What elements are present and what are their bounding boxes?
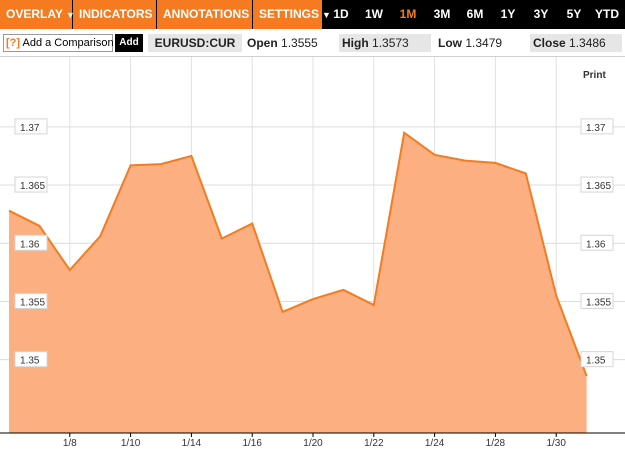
settings-menu-button[interactable]: SETTINGS ▼: [253, 0, 331, 29]
low-label: Low: [438, 36, 462, 50]
settings-menu-label: SETTINGS: [259, 7, 320, 21]
overlay-menu-label: OVERLAY: [6, 7, 63, 21]
indicators-menu-button[interactable]: INDICATORS▼: [73, 0, 164, 29]
overlay-menu-button[interactable]: OVERLAY ▼: [0, 0, 75, 29]
x-tick-label: 1/30: [546, 438, 566, 449]
x-tick-label: 1/8: [63, 438, 77, 449]
close-value: 1.3486: [569, 36, 606, 50]
y-tick-label-right: 1.35: [586, 356, 606, 367]
high-value: 1.3573: [372, 36, 409, 50]
y-tick-label-right: 1.36: [586, 239, 606, 250]
indicators-menu-label: INDICATORS: [79, 7, 153, 21]
x-axis-ticks: 1/8 1/10 1/14 1/16 1/20 1/22 1/24 1/28 1/30: [63, 433, 566, 449]
x-tick-label: 1/16: [242, 438, 262, 449]
open-stat: Open 1.3555: [247, 34, 318, 52]
y-tick-label-right: 1.37: [586, 123, 606, 134]
range-1y-button[interactable]: 1Y: [493, 0, 523, 29]
annotations-menu-label: ANNOTATIONS: [163, 7, 250, 21]
range-3m-button[interactable]: 3M: [426, 0, 458, 29]
open-label: Open: [247, 36, 278, 50]
x-tick-label: 1/14: [182, 438, 202, 449]
x-tick-label: 1/28: [486, 438, 506, 449]
price-area: [9, 132, 587, 433]
add-comparison-button[interactable]: Add: [115, 34, 143, 52]
range-ytd-button[interactable]: YTD: [590, 0, 624, 29]
range-1d-button[interactable]: 1D: [326, 0, 356, 29]
quote-info-bar: [?] Add a Comparison Add EURUSD:CUR Open…: [0, 30, 625, 57]
range-1w-button[interactable]: 1W: [358, 0, 390, 29]
range-5y-button[interactable]: 5Y: [559, 0, 589, 29]
x-tick-label: 1/10: [121, 438, 141, 449]
y-tick-label-left: 1.365: [20, 181, 45, 192]
range-1m-button[interactable]: 1M: [392, 0, 424, 29]
high-label: High: [342, 36, 369, 50]
range-3y-button[interactable]: 3Y: [525, 0, 557, 29]
add-comparison-placeholder: Add a Comparison: [22, 37, 114, 49]
range-6m-button[interactable]: 6M: [459, 0, 491, 29]
annotations-menu-button[interactable]: ANNOTATIONS▼: [157, 0, 261, 29]
chart-toolbar: OVERLAY▼ INDICATORS▼ ANNOTATIONS▼ SETTIN…: [0, 0, 625, 29]
y-tick-label-left: 1.36: [20, 239, 40, 250]
y-tick-label-left: 1.35: [20, 356, 40, 367]
help-icon[interactable]: [?]: [6, 37, 20, 49]
x-tick-label: 1/22: [364, 438, 384, 449]
low-value: 1.3479: [465, 36, 503, 50]
y-tick-label-right: 1.365: [586, 181, 611, 192]
y-tick-label-left: 1.37: [20, 123, 40, 134]
close-label: Close: [533, 36, 566, 50]
low-stat: Low 1.3479: [438, 34, 502, 52]
add-comparison-input[interactable]: [?] Add a Comparison: [3, 34, 114, 52]
high-stat: High 1.3573: [339, 34, 431, 52]
close-stat: Close 1.3486: [530, 34, 622, 52]
price-area-chart: 1.35 1.35 1.355 1.355 1.36 1.36 1.365 1.365 1.37…: [0, 57, 625, 449]
open-value: 1.3555: [281, 36, 318, 50]
y-tick-label-left: 1.355: [20, 297, 45, 308]
x-tick-label: 1/20: [303, 438, 323, 449]
symbol-label: EURUSD:CUR: [148, 34, 242, 52]
y-tick-label-right: 1.355: [586, 297, 611, 308]
x-tick-label: 1/24: [425, 438, 445, 449]
